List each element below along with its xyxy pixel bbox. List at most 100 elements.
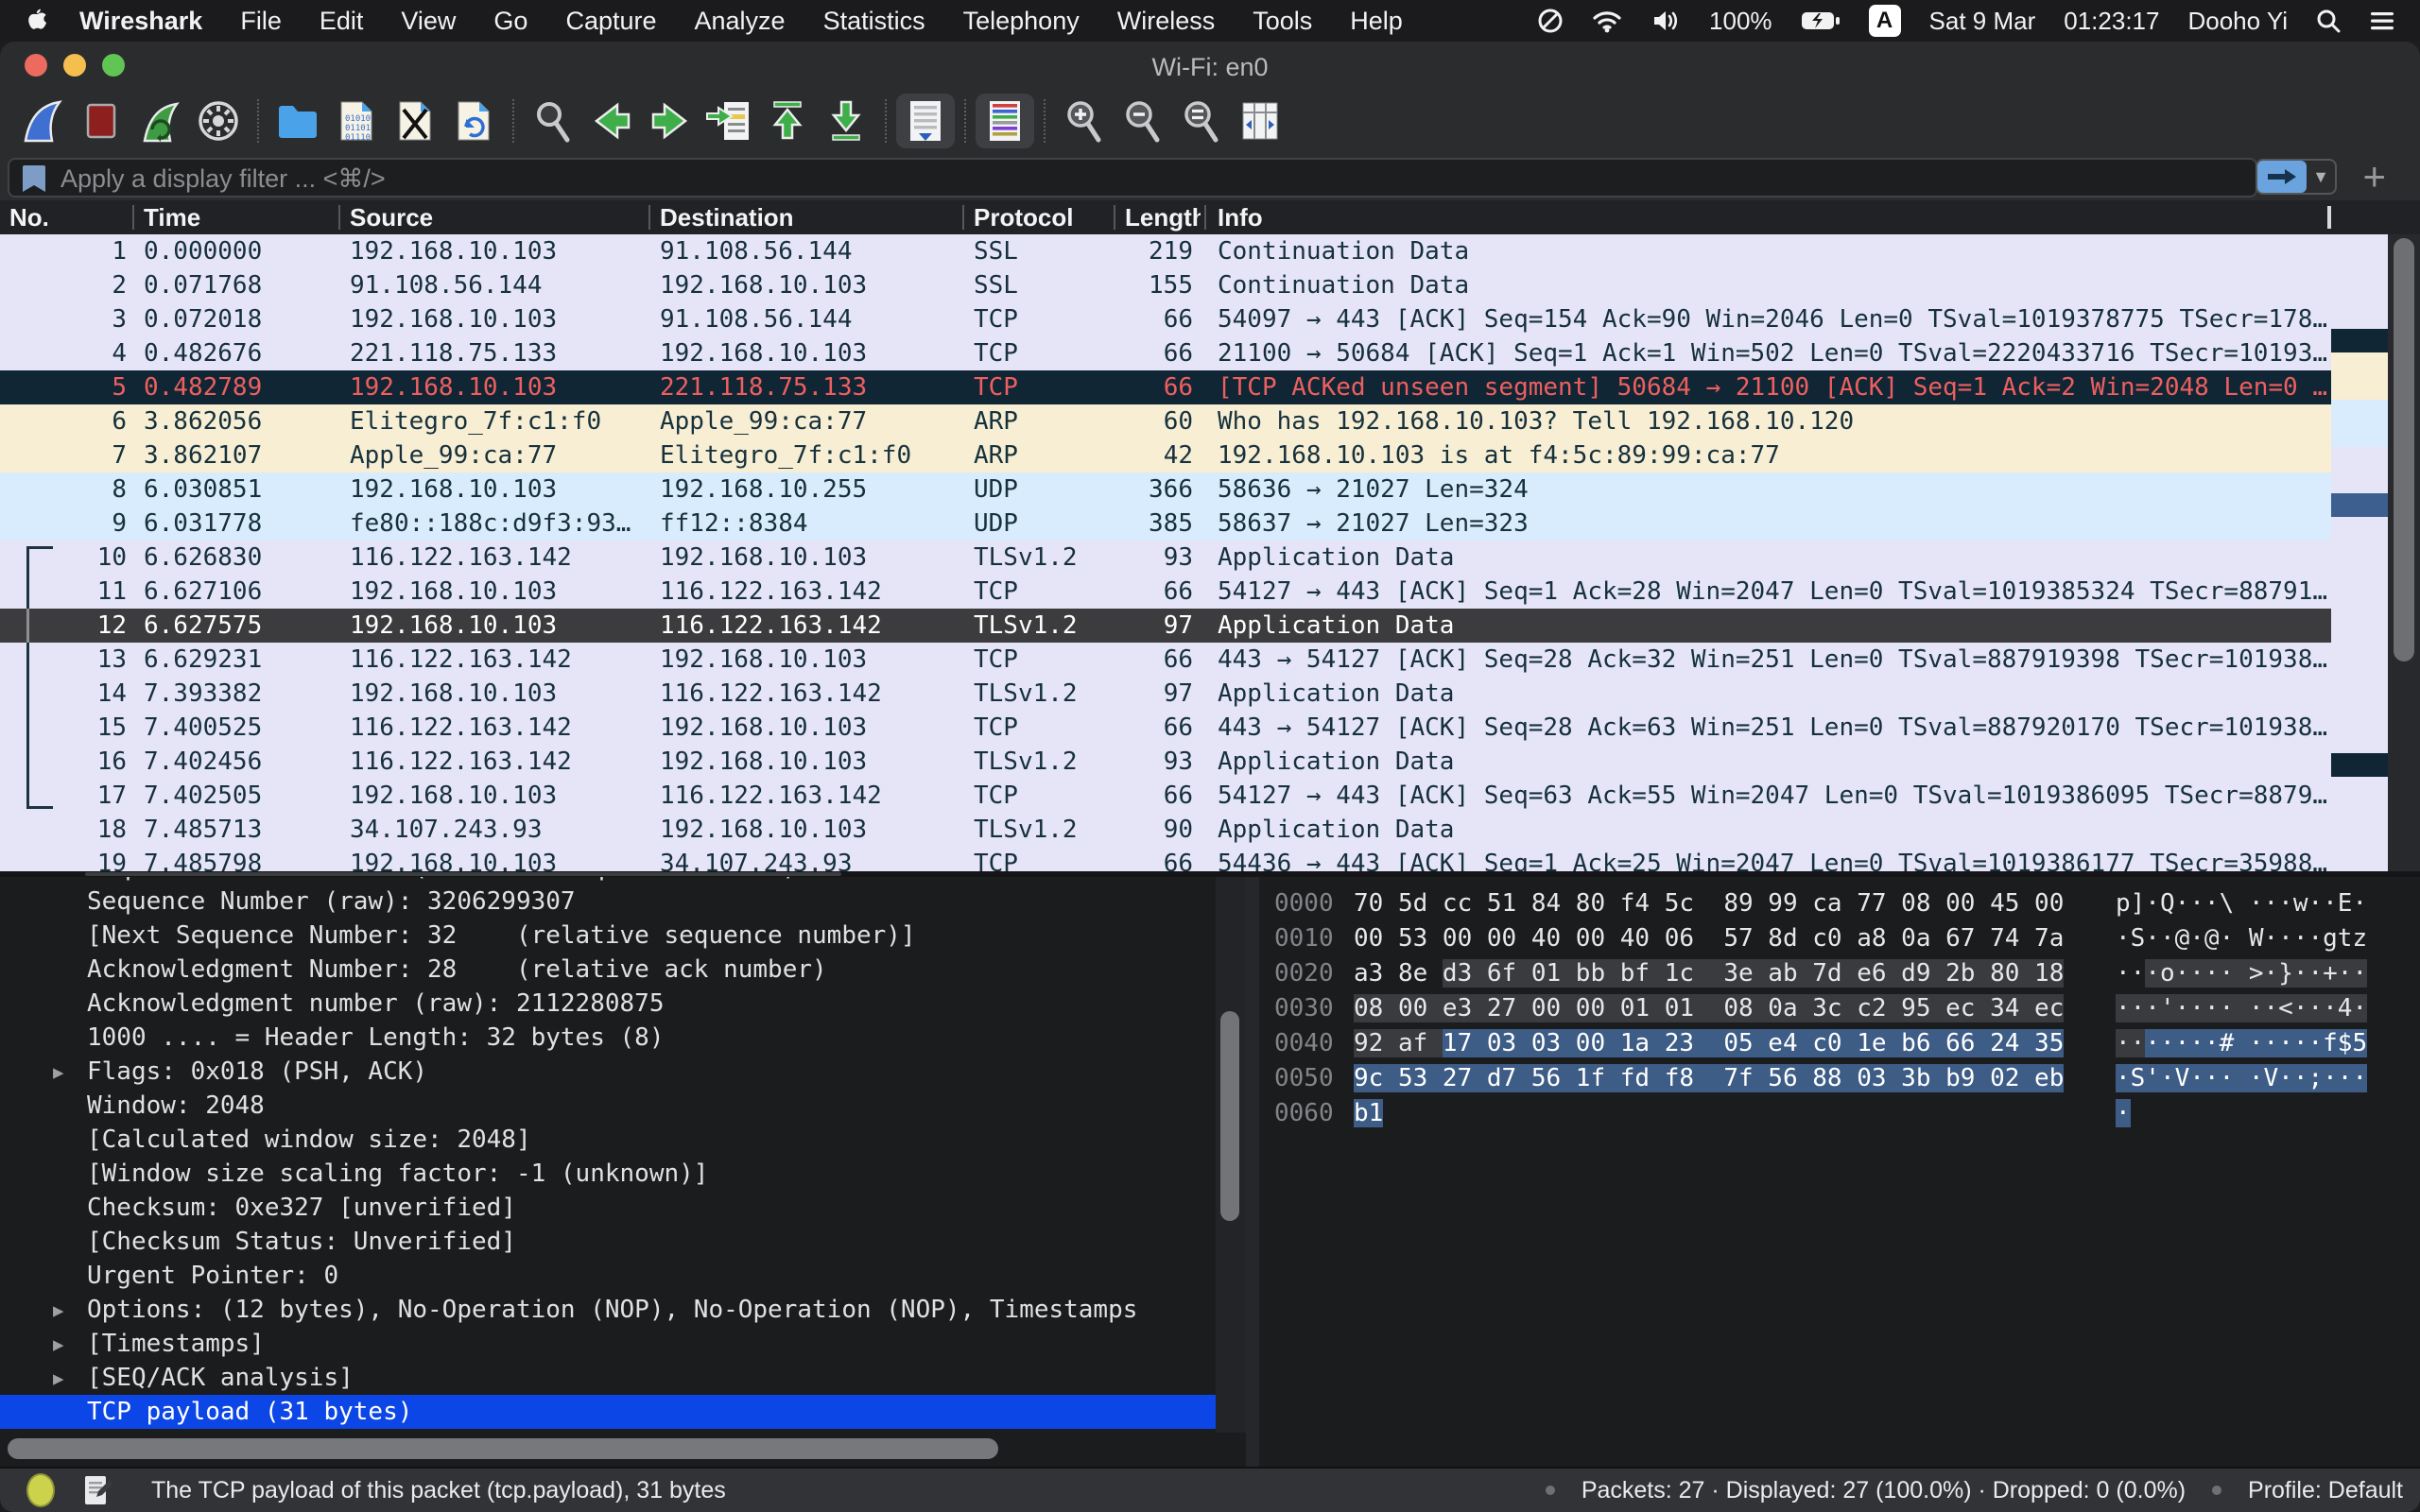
hex-dump-pane[interactable]: 000070 5d cc 51 84 80 f4 5c 89 99 ca 77 … — [1259, 877, 2420, 1467]
packet-row-14[interactable]: 147.393382192.168.10.103116.122.163.142T… — [0, 677, 2331, 711]
filter-dropdown-chevron-icon[interactable]: ▼ — [2307, 161, 2335, 193]
column-separator[interactable] — [132, 205, 134, 230]
packet-list-scrollbar-thumb[interactable] — [2394, 238, 2414, 662]
packet-row-19[interactable]: 197.485798192.168.10.10334.107.243.93TCP… — [0, 847, 2331, 871]
input-source-icon[interactable]: A — [1869, 5, 1901, 37]
apply-filter-button[interactable] — [2257, 161, 2307, 193]
packet-row-11[interactable]: 116.627106192.168.10.103116.122.163.142T… — [0, 575, 2331, 609]
packet-row-9[interactable]: 96.031778fe80::188c:d9f3:93…ff12::8384UD… — [0, 507, 2331, 541]
column-header-info[interactable]: Info — [1218, 200, 1596, 234]
open-file-button[interactable] — [268, 94, 327, 148]
filter-bookmark-icon[interactable] — [19, 163, 49, 199]
volume-icon[interactable] — [1651, 9, 1681, 33]
packet-row-10[interactable]: 106.626830116.122.163.142192.168.10.103T… — [0, 541, 2331, 575]
packet-row-13[interactable]: 136.629231116.122.163.142192.168.10.103T… — [0, 643, 2331, 677]
column-header-no[interactable]: No. — [9, 200, 123, 234]
detail-hscrollbar[interactable] — [0, 1435, 1216, 1463]
packet-row-6[interactable]: 63.862056Elitegro_7f:c1:f0Apple_99:ca:77… — [0, 404, 2331, 438]
detail-line[interactable]: [Next Sequence Number: 32 (relative sequ… — [0, 919, 1216, 953]
column-separator[interactable] — [1204, 205, 1206, 230]
hex-row-0060[interactable]: 0060b1· — [1259, 1096, 2420, 1131]
apple-menu-icon[interactable] — [25, 8, 47, 34]
menu-analyze[interactable]: Analyze — [695, 7, 786, 36]
zoom-reset-button[interactable] — [1172, 94, 1231, 148]
menu-file[interactable]: File — [240, 7, 282, 36]
capture-options-button[interactable] — [189, 94, 248, 148]
detail-line[interactable]: Sequence Number (raw): 3206299307 — [0, 885, 1216, 919]
hex-row-0050[interactable]: 00509c 53 27 d7 56 1f fd f8 7f 56 88 03 … — [1259, 1061, 2420, 1096]
packet-row-5[interactable]: 50.482789192.168.10.103221.118.75.133TCP… — [0, 370, 2331, 404]
packet-list-minimap[interactable] — [2331, 234, 2388, 871]
save-file-button[interactable]: 010100110101110 — [327, 94, 386, 148]
menu-telephony[interactable]: Telephony — [963, 7, 1080, 36]
menu-user[interactable]: Dooho Yi — [2187, 7, 2288, 36]
packet-row-3[interactable]: 30.072018192.168.10.10391.108.56.144TCP6… — [0, 302, 2331, 336]
detail-line[interactable]: [Checksum Status: Unverified] — [0, 1225, 1216, 1259]
hex-row-0020[interactable]: 0020a3 8e d3 6f 01 bb bf 1c 3e ab 7d e6 … — [1259, 956, 2420, 991]
packet-row-17[interactable]: 177.402505192.168.10.103116.122.163.142T… — [0, 779, 2331, 813]
detail-line[interactable]: Acknowledgment number (raw): 2112280875 — [0, 987, 1216, 1021]
column-separator[interactable] — [1114, 205, 1115, 230]
stop-capture-button[interactable] — [72, 94, 130, 148]
menu-list-icon[interactable] — [2369, 9, 2395, 32]
hex-row-0000[interactable]: 000070 5d cc 51 84 80 f4 5c 89 99 ca 77 … — [1259, 886, 2420, 921]
display-filter-input[interactable]: Apply a display filter ... <⌘/> — [8, 158, 2257, 198]
detail-line[interactable]: [Calculated window size: 2048] — [0, 1123, 1216, 1157]
hex-row-0010[interactable]: 001000 53 00 00 40 00 40 06 57 8d c0 a8 … — [1259, 921, 2420, 956]
reload-file-button[interactable] — [444, 94, 503, 148]
menu-statistics[interactable]: Statistics — [823, 7, 925, 36]
resize-columns-button[interactable] — [1231, 94, 1289, 148]
go-last-button[interactable] — [817, 94, 875, 148]
detail-line[interactable]: [Window size scaling factor: -1 (unknown… — [0, 1157, 1216, 1191]
focus-icon[interactable] — [1537, 8, 1564, 34]
column-header-time[interactable]: Time — [144, 200, 333, 234]
go-back-button[interactable] — [582, 94, 641, 148]
detail-hscrollbar-thumb[interactable] — [8, 1438, 998, 1459]
packet-detail-pane[interactable]: Sequence Number: 1 (relative sequence nu… — [0, 877, 1246, 1467]
column-separator[interactable] — [962, 205, 964, 230]
column-header-destination[interactable]: Destination — [660, 200, 943, 234]
go-first-button[interactable] — [758, 94, 817, 148]
packet-row-2[interactable]: 20.07176891.108.56.144192.168.10.103SSL1… — [0, 268, 2331, 302]
menu-tools[interactable]: Tools — [1253, 7, 1312, 36]
menu-go[interactable]: Go — [493, 7, 527, 36]
packet-row-18[interactable]: 187.48571334.107.243.93192.168.10.103TLS… — [0, 813, 2331, 847]
detail-line[interactable]: Sequence Number: 1 (relative sequence nu… — [0, 877, 1216, 885]
status-profile[interactable]: Profile: Default — [2248, 1477, 2403, 1504]
column-header-length[interactable]: Length — [1125, 200, 1201, 234]
hex-row-0040[interactable]: 004092 af 17 03 03 00 1a 23 05 e4 c0 1e … — [1259, 1026, 2420, 1061]
find-packet-button[interactable] — [524, 94, 582, 148]
column-separator[interactable] — [648, 205, 650, 230]
column-header-protocol[interactable]: Protocol — [974, 200, 1115, 234]
detail-line[interactable]: ▶Options: (12 bytes), No-Operation (NOP)… — [0, 1293, 1216, 1327]
detail-line[interactable]: ▶[SEQ/ACK analysis] — [0, 1361, 1216, 1395]
detail-vscrollbar[interactable] — [1216, 877, 1246, 1433]
wifi-icon[interactable] — [1592, 9, 1622, 33]
detail-line[interactable]: Acknowledgment Number: 28 (relative ack … — [0, 953, 1216, 987]
detail-line[interactable]: Window: 2048 — [0, 1089, 1216, 1123]
colorize-button[interactable] — [976, 94, 1034, 148]
pane-splitter-vertical[interactable] — [1246, 877, 1259, 1467]
expand-arrow-icon[interactable]: ▶ — [53, 1328, 63, 1362]
detail-line[interactable]: Checksum: 0xe327 [unverified] — [0, 1191, 1216, 1225]
add-filter-button[interactable]: + — [2362, 155, 2386, 198]
menu-wireshark[interactable]: Wireshark — [79, 7, 202, 36]
menu-capture[interactable]: Capture — [565, 7, 656, 36]
close-file-button[interactable] — [386, 94, 444, 148]
expand-arrow-icon[interactable]: ▶ — [53, 1056, 63, 1090]
detail-line[interactable]: ▶Flags: 0x018 (PSH, ACK) — [0, 1055, 1216, 1089]
zoom-in-button[interactable] — [1055, 94, 1114, 148]
packet-row-16[interactable]: 167.402456116.122.163.142192.168.10.103T… — [0, 745, 2331, 779]
detail-line[interactable]: Urgent Pointer: 0 — [0, 1259, 1216, 1293]
packet-row-1[interactable]: 10.000000192.168.10.10391.108.56.144SSL2… — [0, 234, 2331, 268]
menu-edit[interactable]: Edit — [320, 7, 364, 36]
detail-line[interactable]: 1000 .... = Header Length: 32 bytes (8) — [0, 1021, 1216, 1055]
go-forward-button[interactable] — [641, 94, 700, 148]
auto-scroll-button[interactable] — [896, 94, 955, 148]
restart-capture-button[interactable] — [130, 94, 189, 148]
menu-view[interactable]: View — [401, 7, 456, 36]
packet-row-8[interactable]: 86.030851192.168.10.103192.168.10.255UDP… — [0, 472, 2331, 507]
detail-vscrollbar-thumb[interactable] — [1220, 1011, 1239, 1221]
packet-row-4[interactable]: 40.482676221.118.75.133192.168.10.103TCP… — [0, 336, 2331, 370]
packet-list-scrollbar[interactable] — [2388, 234, 2420, 871]
